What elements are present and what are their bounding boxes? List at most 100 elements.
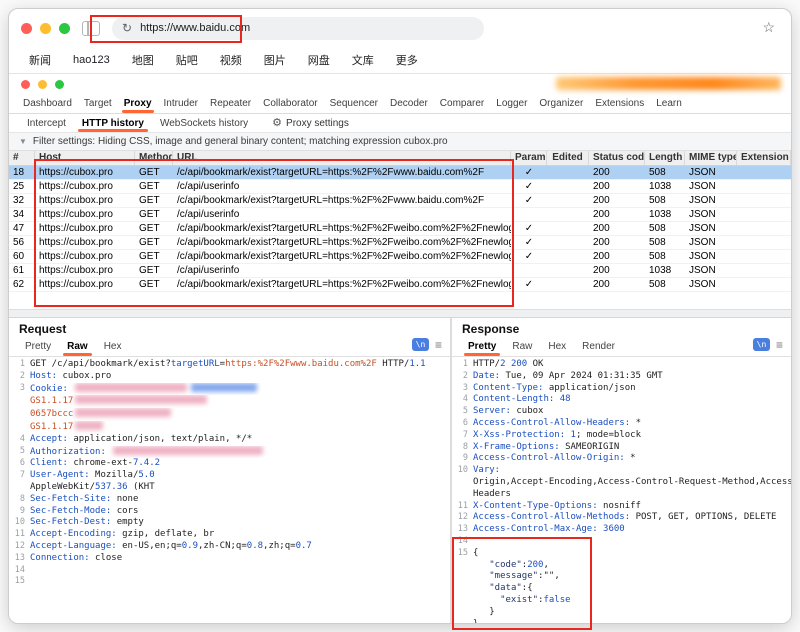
tab-repeater[interactable]: Repeater [204,96,257,113]
minimize-window-button[interactable] [40,23,51,34]
tab-comparer[interactable]: Comparer [434,96,490,113]
wrap-lines-icon[interactable]: \n [753,338,770,351]
line-number [452,595,473,607]
response-tab-hex[interactable]: Hex [540,339,574,356]
burp-subtabs: InterceptHTTP historyWebSockets history ⚙… [9,114,791,132]
subtab-intercept[interactable]: Intercept [19,116,74,132]
code-token: X-Xss-Protection: [473,430,571,440]
col-edited[interactable]: Edited [547,151,589,165]
tab-organizer[interactable]: Organizer [533,96,589,113]
bookmark-item[interactable]: hao123 [73,54,110,66]
bookmark-item[interactable]: 图片 [264,52,286,68]
bookmark-item[interactable]: 贴吧 [176,52,198,68]
burp-minimize-button[interactable] [38,80,47,89]
cell-mime-type: JSON [685,180,737,193]
request-tab-raw[interactable]: Raw [59,339,96,356]
request-code[interactable]: 1GET /c/api/bookmark/exist?targetURL=htt… [9,357,450,623]
tab-dashboard[interactable]: Dashboard [17,96,78,113]
response-tab-render[interactable]: Render [574,339,623,356]
request-tab-pretty[interactable]: Pretty [17,339,59,356]
address-bar[interactable]: ↻ https://www.baidu.com [112,17,484,40]
bookmark-item[interactable]: 视频 [220,52,242,68]
code-line: 8X-Frame-Options: SAMEORIGIN [452,442,791,454]
cell-params: ✓ [511,222,547,235]
screenshot-root: { "icons": { "gear": "⚙", "star": "☆", "… [0,0,800,632]
burp-close-button[interactable] [21,80,30,89]
http-history-row[interactable]: 62https://cubox.proGET/c/api/bookmark/ex… [9,278,791,292]
tab-decoder[interactable]: Decoder [384,96,434,113]
http-history-row[interactable]: 60https://cubox.proGET/c/api/bookmark/ex… [9,250,791,264]
bookmark-item[interactable]: 地图 [132,52,154,68]
col-length[interactable]: Length [645,151,685,165]
code-line: 13Access-Control-Max-Age: 3600 [452,524,791,536]
http-table-body: 18https://cubox.proGET/c/api/bookmark/ex… [9,166,791,292]
col-mime-type[interactable]: MIME type [685,151,737,165]
col-num[interactable]: # [9,151,35,165]
close-window-button[interactable] [21,23,32,34]
proxy-settings-button[interactable]: ⚙Proxy settings [272,118,349,132]
code-token [473,571,489,581]
http-history-row[interactable]: 47https://cubox.proGET/c/api/bookmark/ex… [9,222,791,236]
burp-zoom-button[interactable] [55,80,64,89]
subtab-http-history[interactable]: HTTP history [74,116,152,132]
response-code[interactable]: 1HTTP/2 200 OK2Date: Tue, 09 Apr 2024 01… [452,357,791,623]
request-tab-hex[interactable]: Hex [96,339,130,356]
line-number: 12 [452,512,473,524]
subtab-websockets-history[interactable]: WebSockets history [152,116,256,132]
code-line: 13Connection: close [9,553,450,565]
reload-icon[interactable]: ↻ [122,22,132,34]
code-line: 3Cookie: [9,383,450,396]
tab-collaborator[interactable]: Collaborator [257,96,323,113]
response-tab-raw[interactable]: Raw [504,339,540,356]
sidebar-toggle-icon[interactable] [82,21,100,36]
col-host[interactable]: Host [35,151,135,165]
bookmark-star-icon[interactable]: ☆ [762,20,775,34]
tab-sequencer[interactable]: Sequencer [324,96,384,113]
code-token: Server: [473,406,516,416]
bookmark-item[interactable]: 新闻 [29,52,51,68]
code-token: targetURL [171,359,220,369]
line-number [452,607,473,619]
editor-menu-icon[interactable]: ≡ [776,339,783,351]
col-url[interactable]: URL [173,151,511,165]
tab-proxy[interactable]: Proxy [118,96,158,113]
cell-length: 508 [645,250,685,263]
line-content: Access-Control-Max-Age: 3600 [473,524,791,536]
tab-intruder[interactable]: Intruder [158,96,204,113]
tab-learn[interactable]: Learn [650,96,688,113]
filter-settings-bar[interactable]: ▼ Filter settings: Hiding CSS, image and… [9,132,791,151]
bookmark-item[interactable]: 更多 [396,52,418,68]
bookmark-item[interactable]: 文库 [352,52,374,68]
bookmark-item[interactable]: 网盘 [308,52,330,68]
cell-params: ✓ [511,194,547,207]
line-number: 9 [9,506,30,518]
col-params[interactable]: Params [511,151,547,165]
tab-extensions[interactable]: Extensions [589,96,650,113]
col-status-code[interactable]: Status code [589,151,645,165]
tab-target[interactable]: Target [78,96,118,113]
http-history-row[interactable]: 32https://cubox.proGET/c/api/bookmark/ex… [9,194,791,208]
line-number: 7 [9,470,30,482]
line-number [452,619,473,623]
line-number [452,560,473,572]
code-token: 5.0 [138,470,154,480]
http-history-row[interactable]: 25https://cubox.proGET/c/api/userinfo✓20… [9,180,791,194]
editor-menu-icon[interactable]: ≡ [435,339,442,351]
wrap-lines-icon[interactable]: \n [412,338,429,351]
code-line: 6Client: chrome-ext-7.4.2 [9,458,450,470]
http-history-row[interactable]: 56https://cubox.proGET/c/api/bookmark/ex… [9,236,791,250]
horizontal-splitter[interactable] [9,309,791,318]
http-history-row[interactable]: 34https://cubox.proGET/c/api/userinfo200… [9,208,791,222]
line-content: Access-Control-Allow-Headers: * [473,418,791,430]
col-extension[interactable]: Extension [737,151,791,165]
code-line: } [452,619,791,623]
response-tab-pretty[interactable]: Pretty [460,339,504,356]
code-token: 200 [527,560,543,570]
code-token: Access-Control-Allow-Methods: [473,512,636,522]
url-text[interactable]: https://www.baidu.com [140,22,250,34]
http-history-row[interactable]: 61https://cubox.proGET/c/api/userinfo200… [9,264,791,278]
tab-logger[interactable]: Logger [490,96,533,113]
http-history-row[interactable]: 18https://cubox.proGET/c/api/bookmark/ex… [9,166,791,180]
col-method[interactable]: Method [135,151,173,165]
zoom-window-button[interactable] [59,23,70,34]
